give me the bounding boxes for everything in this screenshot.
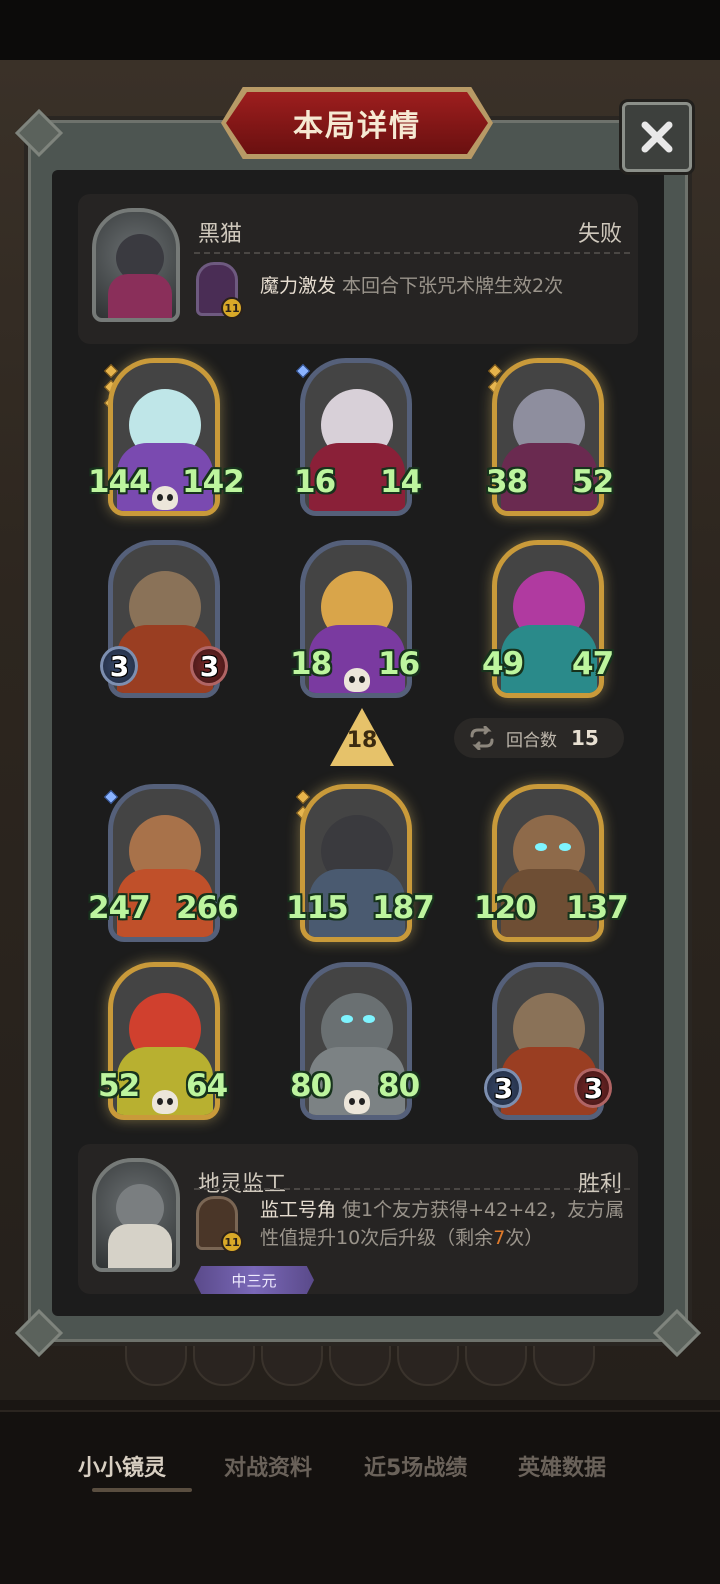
minion-attack: 144 <box>88 464 151 500</box>
dialog-title: 本局详情 <box>293 109 421 144</box>
opponent-hero-power-icon[interactable]: 11 <box>196 262 243 319</box>
round-counter: 回合数 15 <box>454 718 624 758</box>
minion-health: 52 <box>572 464 614 500</box>
hero-power-level: 11 <box>221 297 243 319</box>
backdrop-minion-strip <box>60 1340 660 1388</box>
opponent-hero-portrait[interactable] <box>92 208 180 322</box>
minion-card[interactable]: 144 142 <box>88 358 245 520</box>
opponent-skill-desc: 本回合下张咒术牌生效2次 <box>342 275 564 297</box>
minion-health: 14 <box>380 464 422 500</box>
tab-hero-data[interactable]: 英雄数据 <box>518 1450 606 1482</box>
opponent-name: 黑猫 <box>198 222 243 247</box>
backdrop-thumb <box>329 1340 391 1386</box>
player-skill-name: 监工号角 <box>260 1199 337 1221</box>
opponent-skill: 魔力激发 本回合下张咒术牌生效2次 <box>260 272 563 300</box>
player-result: 胜利 <box>577 1172 622 1197</box>
opponent-result: 失败 <box>577 222 622 247</box>
minion-health: 16 <box>378 646 420 682</box>
minion-card[interactable]: 49 47 <box>482 540 614 702</box>
minion-attack: 52 <box>98 1068 140 1104</box>
minion-card[interactable]: 18 16 <box>290 540 420 702</box>
minion-card[interactable]: 80 80 <box>290 962 420 1124</box>
minion-health: 80 <box>378 1068 420 1104</box>
minion-card[interactable]: 3 3 <box>100 540 228 702</box>
backdrop-thumb <box>125 1340 187 1386</box>
status-bar <box>0 0 720 60</box>
opponent-info-box: 黑猫 失败 11 魔力激发 本回合下张咒术牌生效2次 <box>78 194 638 344</box>
tab-recent-5-matches[interactable]: 近5场战绩 <box>364 1450 467 1482</box>
divider <box>194 1188 630 1190</box>
minion-attack: 115 <box>286 890 349 926</box>
minion-attack: 247 <box>88 890 151 926</box>
minion-card[interactable]: 16 14 <box>294 358 422 520</box>
opponent-skill-name: 魔力激发 <box>260 275 337 297</box>
player-skill-desc-3: 次） <box>505 1227 544 1249</box>
minion-attack: 38 <box>486 464 528 500</box>
backdrop-thumb <box>465 1340 527 1386</box>
player-hero-power-icon[interactable]: 11 <box>196 1196 243 1253</box>
divider <box>194 252 630 254</box>
minion-attack: 3 <box>484 1068 522 1108</box>
minion-card[interactable]: 115 187 <box>286 784 435 946</box>
swap-rounds-icon <box>470 726 494 750</box>
skull-icon <box>152 1090 178 1114</box>
minion-attack: 49 <box>482 646 524 682</box>
active-tab-indicator <box>92 1488 192 1492</box>
title-banner: 本局详情 <box>221 87 493 159</box>
bottom-tab-bar: 小小镜灵 对战资料 近5场战绩 英雄数据 <box>0 1410 720 1584</box>
minion-attack: 18 <box>290 646 332 682</box>
player-skill-remaining: 7 <box>493 1227 506 1249</box>
minion-card[interactable]: 3 3 <box>484 962 612 1124</box>
backdrop-thumb <box>397 1340 459 1386</box>
player-info-box: 地灵监工 胜利 11 监工号角 使1个友方获得+42+42，友方属 性值提升10次… <box>78 1144 638 1294</box>
backdrop-thumb <box>193 1340 255 1386</box>
player-name: 地灵监工 <box>198 1172 287 1197</box>
player-skill: 监工号角 使1个友方获得+42+42，友方属 性值提升10次后升级（剩余7次） <box>260 1196 630 1252</box>
minion-health: 47 <box>572 646 614 682</box>
minion-health: 137 <box>566 890 629 926</box>
minion-health: 266 <box>176 890 239 926</box>
player-title-badge: 中三元 <box>194 1266 314 1294</box>
minion-health: 3 <box>190 646 228 686</box>
minion-card[interactable]: 247 266 <box>88 784 239 946</box>
player-skill-desc-1: 使1个友方获得+42+42，友方属 <box>342 1199 625 1221</box>
minion-attack: 120 <box>474 890 537 926</box>
round-label: 回合数 <box>506 730 557 751</box>
skull-icon <box>344 668 370 692</box>
player-skill-desc-2: 性值提升10次后升级（剩余 <box>260 1227 494 1249</box>
minion-health: 64 <box>186 1068 228 1104</box>
backdrop-thumb <box>533 1340 595 1386</box>
tab-little-mirror-spirit[interactable]: 小小镜灵 <box>78 1450 166 1482</box>
tab-battle-info[interactable]: 对战资料 <box>224 1450 312 1482</box>
tavern-tier: 18 <box>346 728 378 753</box>
hero-power-level: 11 <box>221 1231 243 1253</box>
skull-icon <box>152 486 178 510</box>
skull-icon <box>344 1090 370 1114</box>
minion-attack: 16 <box>294 464 336 500</box>
minion-health: 187 <box>372 890 435 926</box>
tavern-tier-badge: 18 <box>330 708 394 766</box>
close-icon <box>641 121 673 153</box>
backdrop-thumb <box>261 1340 323 1386</box>
minion-card[interactable]: 52 64 <box>98 962 228 1124</box>
minion-attack: 3 <box>100 646 138 686</box>
minion-health: 3 <box>574 1068 612 1108</box>
minion-attack: 80 <box>290 1068 332 1104</box>
player-hero-portrait[interactable] <box>92 1158 180 1272</box>
minion-health: 142 <box>182 464 245 500</box>
minion-card[interactable]: 38 52 <box>486 358 614 520</box>
close-button[interactable] <box>622 102 692 172</box>
round-value: 15 <box>571 726 599 750</box>
minion-card[interactable]: 120 137 <box>474 784 629 946</box>
